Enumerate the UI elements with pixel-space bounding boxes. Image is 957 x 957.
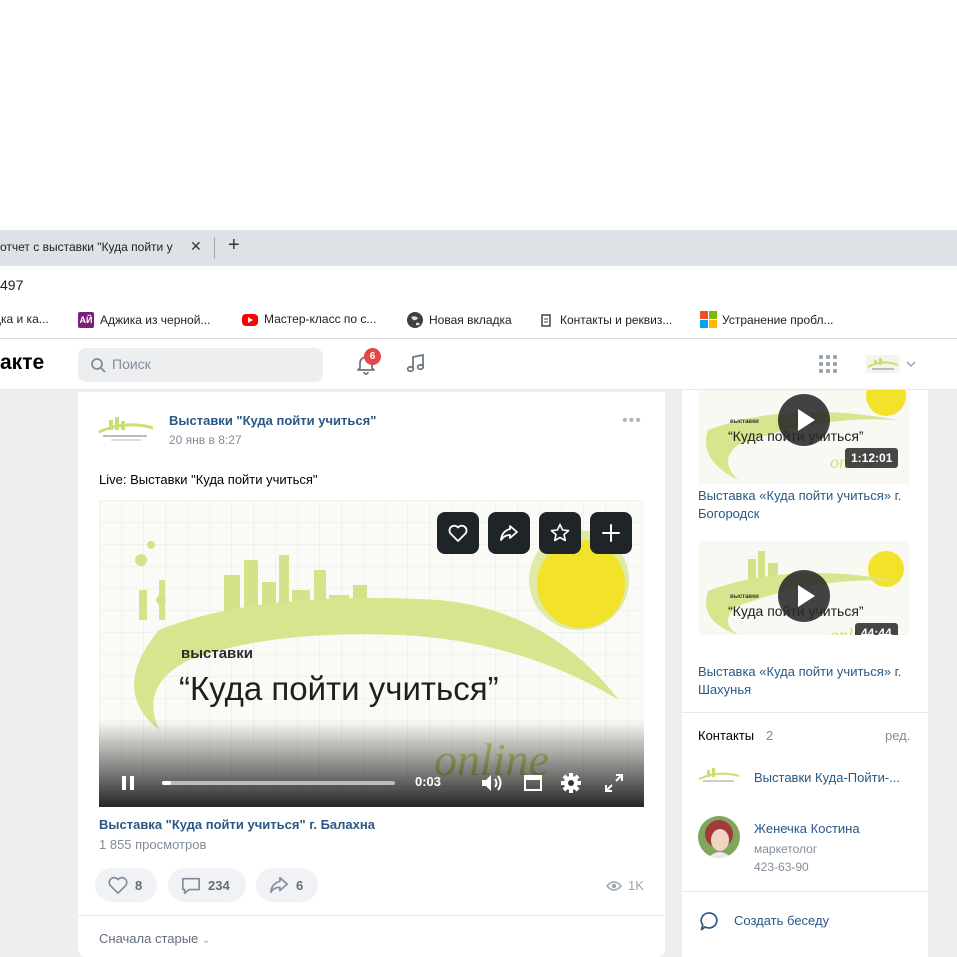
- comment-button[interactable]: 234: [168, 868, 246, 902]
- add-video-button[interactable]: [590, 512, 632, 554]
- bookmark-5[interactable]: Контакты и реквиз...: [538, 312, 672, 328]
- views-short: 1K: [628, 878, 644, 893]
- more-options-icon[interactable]: •••: [622, 412, 642, 430]
- profile-avatar[interactable]: [866, 355, 900, 373]
- shares-count: 6: [296, 877, 304, 893]
- comments-count: 234: [208, 877, 230, 893]
- video-progress-fill: [162, 781, 172, 785]
- contact-avatar[interactable]: [698, 816, 740, 858]
- bookmark-video-button[interactable]: [539, 512, 581, 554]
- window-mode-icon[interactable]: [523, 773, 543, 793]
- post-date[interactable]: 20 янв в 8:27: [169, 433, 242, 447]
- vk-logo[interactable]: акте: [0, 351, 44, 375]
- create-chat-link[interactable]: Создать беседу: [734, 913, 829, 928]
- contact-avatar[interactable]: [698, 766, 740, 786]
- new-tab-icon[interactable]: +: [228, 234, 240, 257]
- like-video-button[interactable]: [437, 512, 479, 554]
- youtube-icon: [242, 314, 258, 326]
- related-video-thumbnail[interactable]: выставки “Куда пойти учиться” online 1:1…: [698, 390, 910, 484]
- video-art-title: “Куда пойти учиться”: [179, 670, 499, 707]
- share-icon: [500, 525, 518, 541]
- fullscreen-icon[interactable]: [604, 773, 624, 793]
- post-text: Live: Выставки "Куда пойти учиться": [99, 472, 318, 487]
- volume-icon[interactable]: [479, 772, 505, 794]
- recipe-site-icon: АЙ: [78, 312, 94, 328]
- bookmark-label: дка и ка...: [0, 312, 49, 326]
- heart-icon: [448, 524, 468, 542]
- music-icon[interactable]: [404, 351, 428, 375]
- bookmark-6[interactable]: Устранение пробл...: [700, 311, 834, 328]
- tab-title: отчет с выставки "Куда пойти у: [0, 240, 173, 254]
- related-video-title[interactable]: Выставка «Куда пойти учиться» г. Шахунья: [698, 663, 918, 699]
- tab-separator: [214, 238, 215, 258]
- play-icon[interactable]: [778, 394, 830, 446]
- video-progress-track[interactable]: [162, 781, 395, 785]
- address-bar[interactable]: [0, 266, 957, 302]
- post-divider: [78, 915, 665, 916]
- plus-icon: [602, 524, 620, 542]
- video-duration: 1:12:01: [845, 448, 899, 468]
- contacts-heading[interactable]: Контакты: [698, 728, 754, 743]
- address-text[interactable]: 497: [0, 277, 23, 293]
- video-views: 1 855 просмотров: [99, 837, 207, 852]
- play-icon[interactable]: [778, 570, 830, 622]
- thumb-small-text: выставки: [730, 594, 759, 600]
- browser-tab[interactable]: отчет с выставки "Куда пойти у ✕: [0, 230, 214, 266]
- bookmark-label: Контакты и реквиз...: [560, 313, 673, 327]
- share-video-button[interactable]: [488, 512, 530, 554]
- contacts-count: 2: [766, 728, 774, 743]
- chevron-down-icon: ⌄: [201, 935, 211, 946]
- like-button[interactable]: 8: [95, 868, 157, 902]
- video-current-time: 0:03: [415, 774, 442, 789]
- contact-name[interactable]: Женечка Костина: [754, 821, 860, 836]
- heart-icon: [108, 876, 128, 894]
- bookmark-label: Мастер-класс по с...: [264, 312, 377, 326]
- bookmark-label: Устранение пробл...: [722, 313, 834, 327]
- video-player[interactable]: выставки “Куда пойти учиться” online 0:0…: [99, 500, 644, 807]
- search-icon: [91, 358, 106, 373]
- post-author-avatar[interactable]: [97, 412, 155, 444]
- globe-icon: [407, 312, 423, 328]
- bookmark-1[interactable]: дка и ка...: [0, 312, 49, 326]
- related-video-title[interactable]: Выставка «Куда пойти учиться» г. Богород…: [698, 487, 918, 523]
- likes-count: 8: [135, 877, 143, 893]
- bookmark-label: Новая вкладка: [429, 313, 512, 327]
- apps-grid-icon[interactable]: [818, 354, 838, 374]
- contact-phone: 423-63-90: [754, 860, 809, 874]
- thumb-small-text: выставки: [730, 419, 759, 425]
- microsoft-icon: [700, 311, 717, 328]
- chevron-down-icon[interactable]: [906, 360, 916, 368]
- post-author-link[interactable]: Выставки "Куда пойти учиться": [169, 413, 376, 428]
- bookmark-label: Аджика из черной...: [100, 313, 211, 327]
- bookmark-4[interactable]: Новая вкладка: [407, 312, 512, 328]
- comment-icon: [182, 877, 200, 894]
- related-video-thumbnail[interactable]: выставки “Куда пойти учиться” online 44:…: [698, 541, 910, 635]
- views-indicator: 1K: [606, 878, 644, 893]
- video-duration: 44:44: [855, 623, 898, 635]
- video-title-link[interactable]: Выставка "Куда пойти учиться" г. Балахна: [99, 817, 375, 832]
- notifications-badge: 6: [364, 348, 381, 365]
- share-button[interactable]: 6: [256, 868, 318, 902]
- contacts-edit-link[interactable]: ред.: [885, 728, 910, 743]
- comments-sort-dropdown[interactable]: Сначала старые ⌄: [99, 931, 210, 946]
- eye-icon: [606, 880, 622, 891]
- share-icon: [270, 876, 288, 894]
- search-input[interactable]: [112, 356, 312, 372]
- contact-role: маркетолог: [754, 842, 818, 856]
- contact-name[interactable]: Выставки Куда-Пойти-...: [754, 770, 900, 785]
- sidebar-divider: [682, 712, 928, 713]
- star-icon: [550, 523, 570, 542]
- tab-close-icon[interactable]: ✕: [190, 238, 202, 255]
- bookmark-2[interactable]: АЙ Аджика из черной...: [78, 312, 210, 328]
- sort-label: Сначала старые: [99, 931, 199, 946]
- settings-gear-icon[interactable]: [560, 772, 582, 794]
- sidebar-divider: [682, 891, 928, 892]
- bookmark-3[interactable]: Мастер-класс по с...: [242, 312, 376, 326]
- video-art-small-text: выставки: [181, 645, 253, 662]
- chat-bubble-icon[interactable]: [699, 910, 721, 932]
- pause-icon[interactable]: [119, 774, 137, 792]
- document-icon: [538, 312, 554, 328]
